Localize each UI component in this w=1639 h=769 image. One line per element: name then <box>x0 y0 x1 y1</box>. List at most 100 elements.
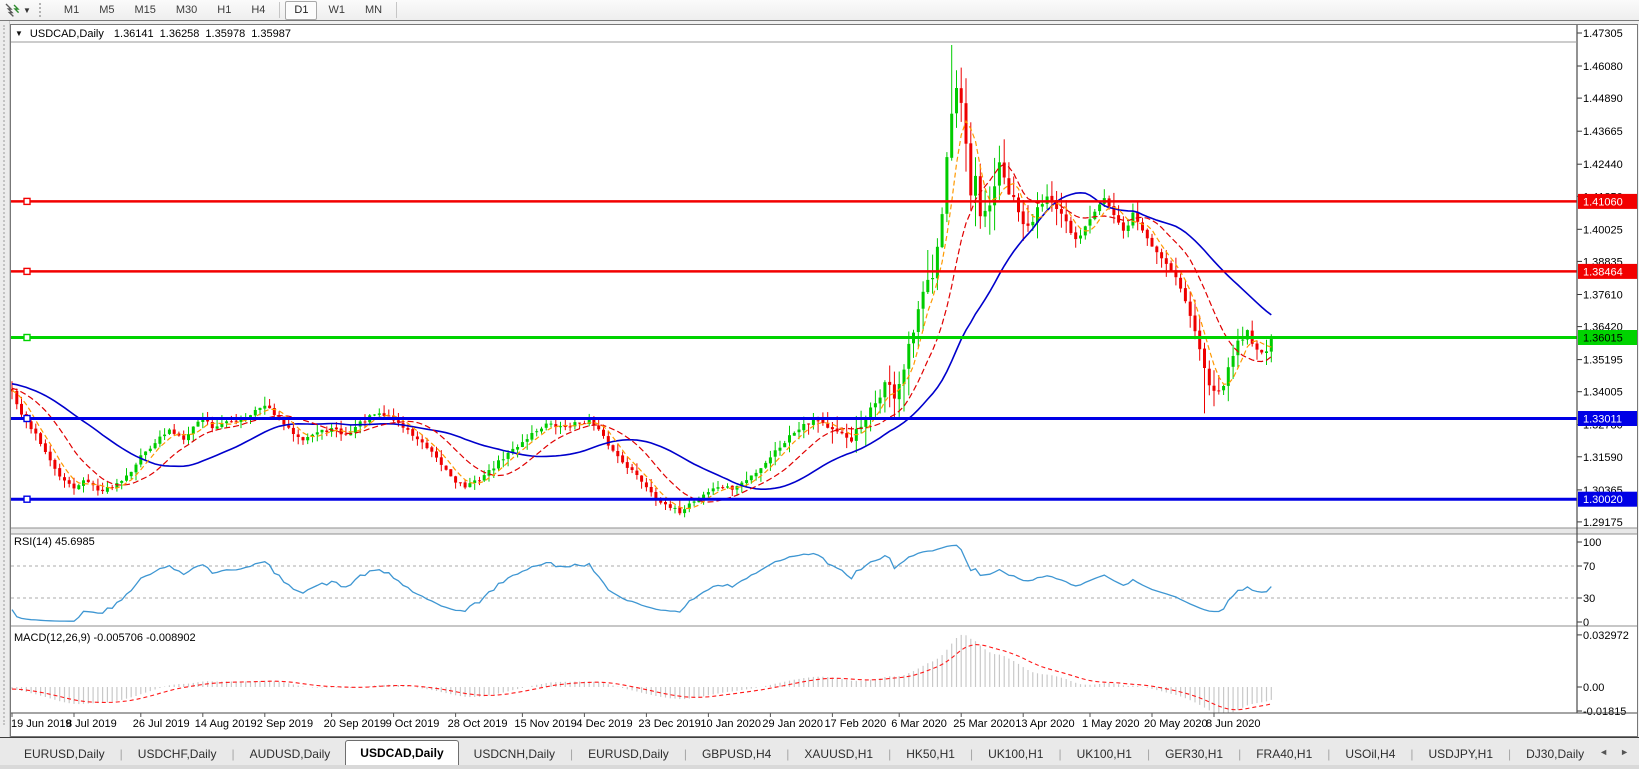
macd-label: MACD(12,26,9) -0.005706 -0.008902 <box>14 632 196 644</box>
ohlc-high: 1.36258 <box>159 27 200 40</box>
hline-handle <box>23 495 31 503</box>
svg-text:4 Dec 2019: 4 Dec 2019 <box>576 718 632 730</box>
svg-text:1.36015: 1.36015 <box>1583 332 1623 344</box>
svg-text:1.37610: 1.37610 <box>1583 289 1623 301</box>
svg-text:1.34005: 1.34005 <box>1583 387 1623 399</box>
timeframe-button-m1[interactable]: M1 <box>55 1 88 20</box>
hline-handle <box>23 197 31 206</box>
window-bottom-edge <box>0 765 1639 769</box>
dock-grip[interactable] <box>3 25 8 725</box>
tab-scroll-arrows: ◄ ► <box>1599 747 1629 757</box>
svg-text:20 Sep 2019: 20 Sep 2019 <box>324 718 386 730</box>
svg-text:1 May 2020: 1 May 2020 <box>1082 718 1139 730</box>
svg-text:1.42440: 1.42440 <box>1583 159 1623 171</box>
tab-audusd-daily[interactable]: AUDUSD,Daily <box>235 742 346 765</box>
svg-text:8 Jul 2019: 8 Jul 2019 <box>66 718 117 730</box>
svg-text:0.032972: 0.032972 <box>1583 630 1629 642</box>
tab-gbpusd-h4[interactable]: GBPUSD,H4 <box>687 742 786 765</box>
svg-text:100: 100 <box>1583 537 1601 549</box>
timeframe-button-m30[interactable]: M30 <box>167 1 206 20</box>
svg-text:1.40025: 1.40025 <box>1583 224 1623 236</box>
svg-text:29 Jan 2020: 29 Jan 2020 <box>762 718 823 730</box>
svg-text:20 May 2020: 20 May 2020 <box>1144 718 1208 730</box>
svg-text:1.38464: 1.38464 <box>1583 266 1623 278</box>
svg-text:1.29175: 1.29175 <box>1583 517 1623 529</box>
rsi-label: RSI(14) 45.6985 <box>14 536 95 548</box>
svg-text:17 Feb 2020: 17 Feb 2020 <box>824 718 886 730</box>
tab-usdcad-daily[interactable]: USDCAD,Daily <box>345 740 459 766</box>
svg-text:1.47305: 1.47305 <box>1583 28 1623 40</box>
svg-text:1.35195: 1.35195 <box>1583 355 1623 367</box>
tab-usdjpy-h1[interactable]: USDJPY,H1 <box>1414 742 1508 765</box>
svg-text:15 Nov 2019: 15 Nov 2019 <box>514 718 576 730</box>
chart-symbol-title: USDCAD,Daily <box>29 27 104 40</box>
svg-text:10 Jan 2020: 10 Jan 2020 <box>700 718 761 730</box>
mt4-terminal: { "toolbar": { "chart_tools_icon": "indi… <box>0 0 1639 769</box>
tab-scroll-right-icon[interactable]: ► <box>1620 747 1629 757</box>
svg-text:1.33011: 1.33011 <box>1583 413 1622 425</box>
tab-scroll-left-icon[interactable]: ◄ <box>1599 747 1608 757</box>
left-dock-gutter <box>0 21 10 737</box>
chart-tools-caret-icon[interactable]: ▼ <box>23 6 31 15</box>
tab-usoil-h4[interactable]: USOil,H4 <box>1330 742 1410 765</box>
collapse-chart-icon[interactable]: ▼ <box>15 29 23 38</box>
tab-eurusd-daily[interactable]: EURUSD,Daily <box>9 742 120 765</box>
tab-hk50-h1[interactable]: HK50,H1 <box>891 742 970 765</box>
svg-text:1.30020: 1.30020 <box>1583 494 1623 506</box>
svg-text:-0.01815: -0.01815 <box>1583 706 1626 718</box>
ohlc-low: 1.35978 <box>205 27 246 40</box>
svg-text:1.44890: 1.44890 <box>1583 93 1623 105</box>
toolbar-separator <box>279 2 281 18</box>
toolbar-grip[interactable] <box>38 3 48 17</box>
timeframe-button-h1[interactable]: H1 <box>208 1 240 20</box>
svg-text:8 Jun 2020: 8 Jun 2020 <box>1206 718 1260 730</box>
timeframe-button-w1[interactable]: W1 <box>319 1 354 20</box>
tab-xauusd-h1[interactable]: XAUUSD,H1 <box>789 742 888 765</box>
svg-text:0: 0 <box>1583 617 1589 629</box>
svg-text:30: 30 <box>1583 593 1595 605</box>
timeframe-button-m15[interactable]: M15 <box>125 1 164 20</box>
tab-eurusd-daily[interactable]: EURUSD,Daily <box>573 742 684 765</box>
timeframe-toolbar: ▼ M1 M5 M15 M30 H1 H4 D1 W1 MN <box>0 0 1639 21</box>
tab-uk100-h1[interactable]: UK100,H1 <box>1062 742 1147 765</box>
panel-splitter[interactable] <box>10 528 1638 534</box>
svg-text:26 Jul 2019: 26 Jul 2019 <box>133 718 190 730</box>
chart-tab-bar: EURUSD,Daily | USDCHF,Daily | AUDUSD,Daily US… <box>0 737 1639 766</box>
chart-title-bar[interactable]: ▼ USDCAD,Daily 1.36141 1.36258 1.35978 1… <box>11 26 1571 41</box>
svg-text:25 Mar 2020: 25 Mar 2020 <box>953 718 1015 730</box>
svg-text:1.46080: 1.46080 <box>1583 61 1623 73</box>
chart-svg[interactable]: 1.473051.460801.448901.436651.424401.412… <box>10 24 1638 737</box>
tab-bar-lead <box>0 738 9 765</box>
svg-text:0.00: 0.00 <box>1583 682 1604 694</box>
chart-window[interactable]: 1.473051.460801.448901.436651.424401.412… <box>10 24 1638 737</box>
svg-text:14 Aug 2019: 14 Aug 2019 <box>195 718 257 730</box>
svg-text:1.43665: 1.43665 <box>1583 126 1623 138</box>
svg-text:28 Oct 2019: 28 Oct 2019 <box>448 718 508 730</box>
svg-text:13 Apr 2020: 13 Apr 2020 <box>1015 718 1074 730</box>
tab-ger30-h1[interactable]: GER30,H1 <box>1150 742 1238 765</box>
ohlc-open: 1.36141 <box>113 27 154 40</box>
svg-text:9 Oct 2019: 9 Oct 2019 <box>386 718 440 730</box>
hline-handle <box>23 414 31 423</box>
timeframe-button-d1[interactable]: D1 <box>285 0 318 20</box>
svg-text:2 Sep 2019: 2 Sep 2019 <box>257 718 313 730</box>
tab-uk100-h1[interactable]: UK100,H1 <box>973 742 1058 765</box>
tab-dj30-daily[interactable]: DJ30,Daily <box>1511 742 1599 765</box>
ohlc-close: 1.35987 <box>251 27 291 40</box>
svg-text:23 Dec 2019: 23 Dec 2019 <box>638 718 700 730</box>
svg-text:6 Mar 2020: 6 Mar 2020 <box>891 718 947 730</box>
toolbar-separator <box>396 2 398 18</box>
timeframe-button-h4[interactable]: H4 <box>242 1 274 20</box>
hline-handle <box>23 267 31 276</box>
timeframe-button-mn[interactable]: MN <box>356 1 391 20</box>
svg-text:1.41060: 1.41060 <box>1583 196 1623 208</box>
svg-text:19 Jun 2019: 19 Jun 2019 <box>11 718 72 730</box>
tab-fra40-h1[interactable]: FRA40,H1 <box>1241 742 1327 765</box>
svg-text:1.31590: 1.31590 <box>1583 452 1623 464</box>
svg-text:70: 70 <box>1583 561 1595 573</box>
tab-usdcnh-daily[interactable]: USDCNH,Daily <box>459 742 570 765</box>
timeframe-button-m5[interactable]: M5 <box>90 1 123 20</box>
hline-handle <box>23 333 31 342</box>
indicator-arrows-icon[interactable] <box>3 2 21 18</box>
tab-usdchf-daily[interactable]: USDCHF,Daily <box>123 742 232 765</box>
